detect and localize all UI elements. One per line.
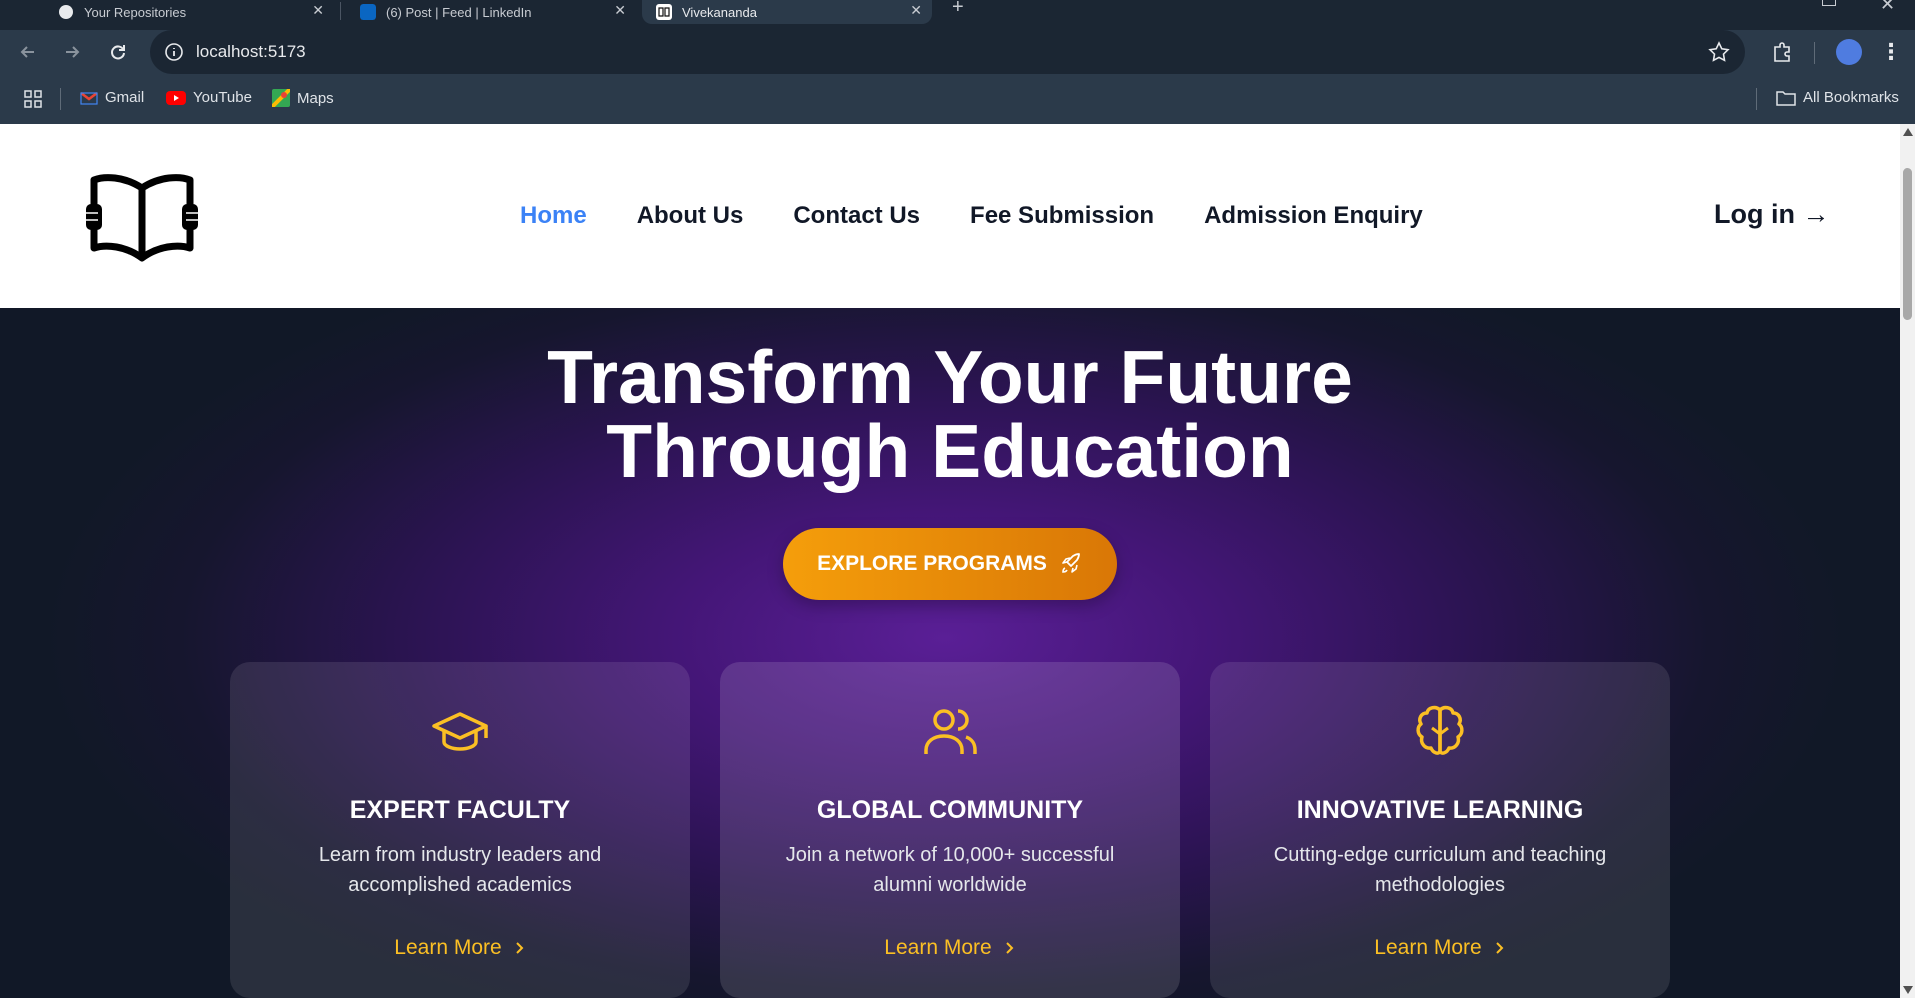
hero-title-line1: Transform Your Future bbox=[547, 335, 1353, 419]
card-description: Cutting-edge curriculum and teaching met… bbox=[1273, 844, 1607, 896]
browser-tab-strip: Your Repositories ✕ (6) Post | Feed | Li… bbox=[0, 0, 1915, 30]
forward-arrow-icon bbox=[66, 46, 80, 58]
main-navigation: Home About Us Contact Us Fee Submission … bbox=[520, 202, 1423, 230]
bookmark-youtube[interactable]: YouTube bbox=[166, 89, 252, 106]
folder-icon bbox=[1776, 90, 1796, 106]
maps-icon bbox=[272, 89, 290, 107]
youtube-icon bbox=[166, 90, 186, 105]
feature-card-innovative-learning: INNOVATIVE LEARNING Cutting-edge curricu… bbox=[1210, 662, 1670, 998]
gmail-icon bbox=[80, 91, 98, 105]
learn-more-label: Learn More bbox=[1374, 936, 1482, 959]
tab-title: Vivekananda bbox=[682, 4, 757, 20]
tab-title: (6) Post | Feed | LinkedIn bbox=[386, 4, 532, 20]
bookmarks-divider bbox=[1756, 88, 1757, 110]
nav-contact-us[interactable]: Contact Us bbox=[793, 202, 920, 230]
restore-window-icon[interactable] bbox=[1822, 0, 1836, 6]
learn-more-link[interactable]: Learn More bbox=[230, 936, 690, 960]
tab-linkedin[interactable]: (6) Post | Feed | LinkedIn ✕ bbox=[346, 0, 636, 24]
graduation-cap-icon bbox=[432, 712, 488, 751]
chevron-right-icon bbox=[1005, 942, 1014, 954]
apps-grid-icon[interactable] bbox=[24, 90, 42, 108]
bookmarks-bar: Gmail YouTube Maps All Bookmarks bbox=[0, 74, 1915, 124]
bookmark-gmail[interactable]: Gmail bbox=[80, 89, 144, 106]
tab-repositories[interactable]: Your Repositories ✕ bbox=[44, 0, 334, 24]
bookmark-label: Maps bbox=[297, 89, 334, 107]
web-page: Home About Us Contact Us Fee Submission … bbox=[0, 124, 1900, 998]
site-info-icon[interactable] bbox=[164, 42, 184, 62]
tab-divider bbox=[340, 2, 341, 20]
close-icon[interactable]: ✕ bbox=[614, 2, 626, 19]
puzzle-icon bbox=[1774, 42, 1790, 62]
forward-button[interactable] bbox=[58, 38, 86, 66]
bookmark-maps[interactable]: Maps bbox=[272, 89, 334, 107]
scroll-up-arrow-icon[interactable] bbox=[1903, 128, 1913, 136]
brain-icon bbox=[1416, 705, 1464, 755]
site-header: Home About Us Contact Us Fee Submission … bbox=[0, 124, 1900, 308]
tab-title: Your Repositories bbox=[84, 4, 187, 20]
nav-admission-enquiry[interactable]: Admission Enquiry bbox=[1204, 202, 1423, 230]
linkedin-icon bbox=[360, 4, 376, 20]
nav-about-us[interactable]: About Us bbox=[637, 202, 744, 230]
nav-fee-submission[interactable]: Fee Submission bbox=[970, 202, 1154, 230]
toolbar-divider bbox=[1814, 42, 1815, 64]
cta-label: EXPLORE PROGRAMS bbox=[817, 552, 1047, 575]
card-title: INNOVATIVE LEARNING bbox=[1296, 796, 1584, 824]
close-icon[interactable]: ✕ bbox=[312, 2, 324, 19]
github-icon bbox=[59, 5, 73, 19]
chevron-right-icon bbox=[1495, 942, 1504, 954]
users-icon bbox=[924, 709, 977, 754]
open-book-icon bbox=[656, 4, 672, 20]
card-description: Learn from industry leaders and accompli… bbox=[318, 844, 602, 896]
back-arrow-icon bbox=[20, 46, 34, 58]
explore-programs-button[interactable]: EXPLORE PROGRAMS bbox=[783, 528, 1117, 600]
url-text[interactable]: localhost:5173 bbox=[196, 42, 306, 62]
arrow-right-icon: → bbox=[1802, 199, 1830, 229]
profile-avatar[interactable] bbox=[1836, 39, 1862, 65]
hero-title: Transform Your Future Through Education bbox=[0, 340, 1900, 489]
learn-more-label: Learn More bbox=[884, 936, 992, 959]
all-bookmarks-label: All Bookmarks bbox=[1803, 89, 1899, 106]
login-link[interactable]: Log in → bbox=[1714, 199, 1830, 230]
bookmark-label: Gmail bbox=[105, 89, 145, 106]
tab-vivekananda[interactable]: Vivekananda ✕ bbox=[642, 0, 932, 24]
card-description: Join a network of 10,000+ successful alu… bbox=[785, 844, 1115, 896]
learn-more-label: Learn More bbox=[394, 936, 502, 959]
hero-section: Transform Your Future Through Education … bbox=[0, 308, 1900, 998]
bookmarks-divider bbox=[60, 88, 61, 110]
card-title: GLOBAL COMMUNITY bbox=[816, 796, 1084, 824]
open-book-icon[interactable] bbox=[84, 168, 200, 262]
back-button[interactable] bbox=[14, 38, 42, 66]
scroll-down-arrow-icon[interactable] bbox=[1903, 986, 1913, 994]
address-bar[interactable]: localhost:5173 bbox=[150, 30, 1745, 74]
scrollbar-thumb[interactable] bbox=[1903, 168, 1912, 320]
extensions-button[interactable] bbox=[1768, 38, 1796, 66]
all-bookmarks-button[interactable]: All Bookmarks bbox=[1776, 89, 1899, 106]
page-scrollbar[interactable] bbox=[1900, 124, 1915, 998]
hero-title-line2: Through Education bbox=[606, 409, 1294, 493]
new-tab-button[interactable]: + bbox=[952, 0, 964, 19]
chevron-right-icon bbox=[515, 942, 524, 954]
learn-more-link[interactable]: Learn More bbox=[720, 936, 1180, 960]
card-title: EXPERT FACULTY bbox=[349, 796, 571, 824]
rocket-icon bbox=[1062, 553, 1080, 573]
close-icon[interactable]: ✕ bbox=[910, 2, 922, 19]
feature-card-global-community: GLOBAL COMMUNITY Join a network of 10,00… bbox=[720, 662, 1180, 998]
browser-toolbar: localhost:5173 ⋮ bbox=[0, 30, 1915, 74]
feature-card-expert-faculty: EXPERT FACULTY Learn from industry leade… bbox=[230, 662, 690, 998]
learn-more-link[interactable]: Learn More bbox=[1210, 936, 1670, 960]
bookmark-star-icon[interactable] bbox=[1707, 40, 1731, 64]
kebab-menu-icon[interactable]: ⋮ bbox=[1877, 38, 1905, 66]
login-label: Log in bbox=[1714, 199, 1795, 229]
reload-icon bbox=[111, 45, 125, 60]
reload-button[interactable] bbox=[104, 38, 132, 66]
nav-home[interactable]: Home bbox=[520, 202, 587, 230]
bookmark-label: YouTube bbox=[193, 89, 252, 106]
close-window-icon[interactable]: ✕ bbox=[1880, 0, 1895, 15]
